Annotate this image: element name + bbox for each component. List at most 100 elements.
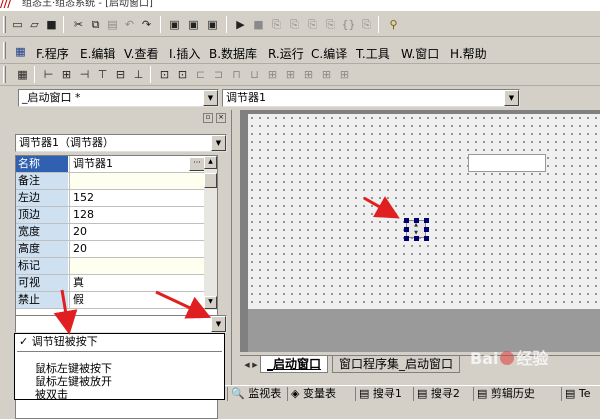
toolbar-grip[interactable] xyxy=(3,16,6,33)
close-icon[interactable]: × xyxy=(216,113,226,123)
property-row-height[interactable]: 高度 20 xyxy=(16,241,206,258)
property-value[interactable]: 真 xyxy=(69,275,206,291)
open-icon[interactable]: ▱ xyxy=(26,16,43,33)
menu-edit[interactable]: E.编辑 xyxy=(80,45,115,62)
resize-handle[interactable] xyxy=(424,227,429,232)
center-vertical-icon[interactable]: ⊡ xyxy=(174,66,191,83)
chevron-down-icon[interactable]: ▼ xyxy=(211,135,226,151)
menu-program[interactable]: F.程序 xyxy=(36,45,69,62)
scrollbar-thumb[interactable] xyxy=(204,173,217,188)
resize-handle[interactable] xyxy=(414,236,419,241)
run-icon[interactable]: ▶ xyxy=(232,16,249,33)
resize-handle[interactable] xyxy=(404,236,409,241)
stop-icon[interactable]: ■ xyxy=(250,16,267,33)
chevron-down-icon[interactable]: ▼ xyxy=(203,90,218,106)
binoculars-icon[interactable]: ⚲ xyxy=(385,16,402,33)
window3-icon[interactable]: ▣ xyxy=(204,16,221,33)
debug-icon[interactable]: ⎘ xyxy=(268,16,285,33)
save-icon[interactable]: ■ xyxy=(43,16,60,33)
cut-icon[interactable]: ✂ xyxy=(70,16,87,33)
resize-handle[interactable] xyxy=(404,227,409,232)
tab-search2[interactable]: ▤ 搜寻2 xyxy=(413,387,460,401)
menu-database[interactable]: B.数据库 xyxy=(209,45,257,62)
space-v-icon[interactable]: ⊞ xyxy=(264,66,281,83)
property-value[interactable] xyxy=(69,173,206,189)
property-object-combo[interactable]: 调节器1（调节器） ▼ xyxy=(15,134,227,152)
align-top-icon[interactable]: ⊤ xyxy=(94,66,111,83)
step4-icon[interactable]: ⎘ xyxy=(358,16,375,33)
chevron-down-icon[interactable]: ▼ xyxy=(504,90,519,106)
textbox-control[interactable] xyxy=(468,154,546,172)
center-horizontal-icon[interactable]: ⊡ xyxy=(156,66,173,83)
property-value[interactable]: 调节器1 xyxy=(69,156,206,172)
dropdown-item[interactable]: 鼠标左键被放开 xyxy=(15,375,224,388)
tab-te[interactable]: ▤ Te xyxy=(561,387,591,401)
property-row-tag[interactable]: 标记 xyxy=(16,258,206,275)
menu-window[interactable]: W.窗口 xyxy=(401,45,439,62)
tab-variables[interactable]: ◈ 变量表 xyxy=(287,387,336,401)
copy-icon[interactable]: ⧉ xyxy=(87,16,104,33)
menu-insert[interactable]: I.插入 xyxy=(169,45,200,62)
align-bottom-icon[interactable]: ⊥ xyxy=(130,66,147,83)
property-value[interactable]: 128 xyxy=(69,207,206,223)
tab-next-icon[interactable]: ▶ xyxy=(250,359,260,372)
resize-handle[interactable] xyxy=(424,218,429,223)
menu-compile[interactable]: C.编译 xyxy=(311,45,347,62)
step-icon[interactable]: ⎘ xyxy=(286,16,303,33)
space-h-icon[interactable]: ⊔ xyxy=(246,66,263,83)
menu-tools[interactable]: T.工具 xyxy=(356,45,390,62)
tab-order-icon[interactable]: ⊞ xyxy=(336,66,353,83)
step2-icon[interactable]: ⎘ xyxy=(304,16,321,33)
property-row-disabled[interactable]: 禁止 假 xyxy=(16,292,206,309)
window-icon[interactable]: ▣ xyxy=(166,16,183,33)
property-value[interactable]: 152 xyxy=(69,190,206,206)
window-selector-combo[interactable]: _启动窗口 * ▼ xyxy=(18,89,219,107)
property-row-visible[interactable]: 可视 真 xyxy=(16,275,206,292)
braces-icon[interactable]: {} xyxy=(340,16,357,33)
dropdown-item[interactable]: 鼠标左键被按下 xyxy=(15,362,224,375)
resize-handle[interactable] xyxy=(424,236,429,241)
menu-help[interactable]: H.帮助 xyxy=(450,45,487,62)
tab-watch[interactable]: 🔍 监视表 xyxy=(227,387,281,401)
same-width-icon[interactable]: ⊏ xyxy=(192,66,209,83)
undo-icon[interactable]: ↶ xyxy=(121,16,138,33)
dropdown-item-checked[interactable]: ✓ 调节钮被按下 xyxy=(15,335,224,348)
menu-run[interactable]: R.运行 xyxy=(268,45,304,62)
lock-icon[interactable]: ⊞ xyxy=(318,66,335,83)
tab-startup-window[interactable]: _启动窗口 xyxy=(260,356,329,373)
paste-icon[interactable]: ▤ xyxy=(104,16,121,33)
grid-icon[interactable]: ▦ xyxy=(14,66,31,83)
property-value[interactable]: 假 xyxy=(69,292,206,308)
property-value[interactable]: 20 xyxy=(69,224,206,240)
object-selector-combo[interactable]: 调节器1 ▼ xyxy=(222,89,520,107)
property-row-top[interactable]: 顶边 128 xyxy=(16,207,206,224)
order-back-icon[interactable]: ⊞ xyxy=(300,66,317,83)
chevron-down-icon[interactable]: ▼ xyxy=(204,296,217,309)
ellipsis-button[interactable]: ··· xyxy=(189,157,205,171)
menu-view[interactable]: V.查看 xyxy=(124,45,158,62)
align-right-icon[interactable]: ⊣ xyxy=(76,66,93,83)
property-row-remark[interactable]: 备注 xyxy=(16,173,206,190)
chevron-up-icon[interactable]: ▲ xyxy=(204,156,217,169)
menubar-grip[interactable] xyxy=(3,42,6,59)
spinner-control-selected[interactable]: ▲ ▼ xyxy=(400,214,432,244)
align-middle-icon[interactable]: ⊟ xyxy=(112,66,129,83)
chevron-down-icon[interactable]: ▼ xyxy=(211,316,226,332)
resize-handle[interactable] xyxy=(414,218,419,223)
property-row-width[interactable]: 宽度 20 xyxy=(16,224,206,241)
tab-window-program-set[interactable]: 窗口程序集_启动窗口 xyxy=(332,356,461,373)
property-value[interactable] xyxy=(69,258,206,274)
design-form-canvas[interactable]: ▲ ▼ xyxy=(248,114,600,309)
app-menu-icon[interactable]: ▦ xyxy=(12,43,29,60)
property-value[interactable]: 20 xyxy=(69,241,206,257)
event-combo[interactable]: ▼ xyxy=(15,315,227,333)
same-height-icon[interactable]: ⊐ xyxy=(210,66,227,83)
toolbar-grip[interactable] xyxy=(3,66,6,83)
window2-icon[interactable]: ▣ xyxy=(185,16,202,33)
new-icon[interactable]: ▭ xyxy=(9,16,26,33)
pin-icon[interactable]: ▫ xyxy=(203,113,213,123)
tab-clip-history[interactable]: ▤ 剪辑历史 xyxy=(473,387,535,401)
property-row-left[interactable]: 左边 152 xyxy=(16,190,206,207)
same-size-icon[interactable]: ⊓ xyxy=(228,66,245,83)
property-scrollbar[interactable]: ▲ ▼ xyxy=(204,156,217,310)
